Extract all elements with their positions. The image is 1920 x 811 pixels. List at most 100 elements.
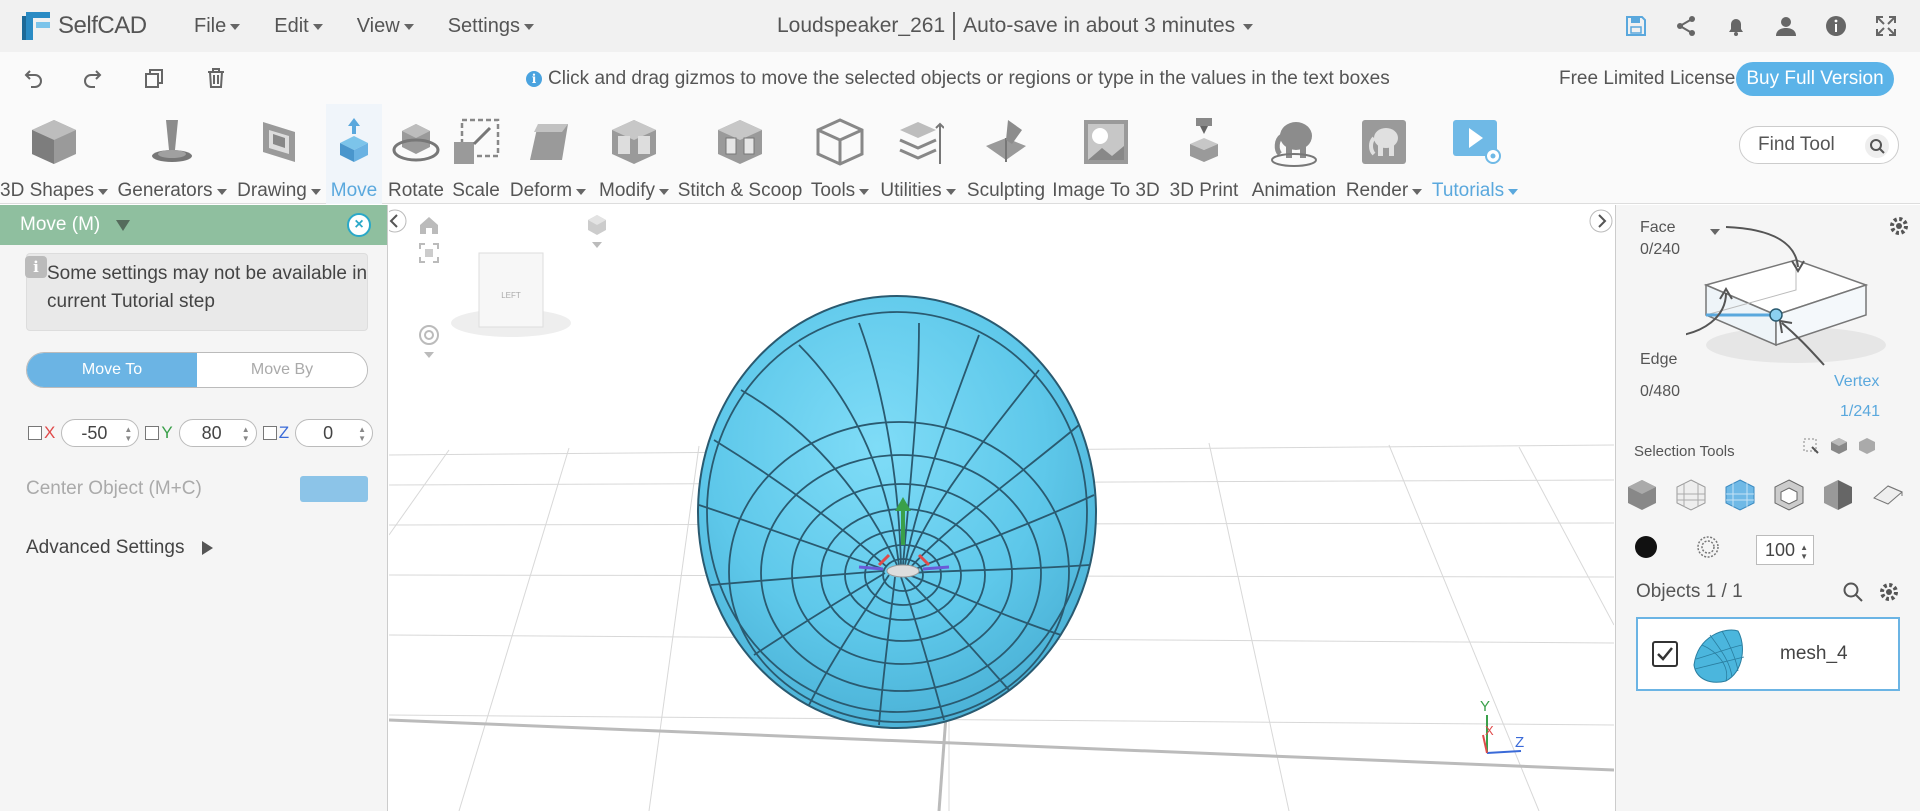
- select-half-cube-icon[interactable]: [1820, 477, 1856, 513]
- tool-utilities[interactable]: Utilities: [876, 104, 960, 204]
- move-to-tab[interactable]: Move To: [27, 353, 197, 387]
- x-input[interactable]: -50 ▲ ▼: [61, 419, 140, 447]
- chevron-down-icon[interactable]: [417, 349, 441, 373]
- undo-icon[interactable]: [20, 64, 48, 92]
- search-icon[interactable]: [1864, 133, 1890, 159]
- mesh-object[interactable]: [697, 295, 1097, 729]
- project-name[interactable]: Loudspeaker_261: [777, 14, 945, 38]
- soft-brush-icon[interactable]: [1696, 535, 1720, 559]
- tool-modify[interactable]: Modify: [594, 104, 674, 204]
- edge-mode-label[interactable]: Edge: [1640, 351, 1677, 369]
- orbit-target-icon[interactable]: [417, 323, 441, 347]
- face-mode-label[interactable]: Face: [1640, 219, 1676, 237]
- tool-label: Animation: [1251, 180, 1337, 201]
- solid-brush-icon[interactable]: [1634, 535, 1658, 559]
- collapse-triangle-icon[interactable]: [116, 219, 131, 231]
- tool-tools[interactable]: Tools: [808, 104, 872, 204]
- menu-edit[interactable]: Edit: [274, 15, 323, 38]
- collapse-right-panel-icon[interactable]: [1589, 209, 1613, 233]
- object-visibility-checkbox[interactable]: [1652, 641, 1678, 667]
- cube-icon: [26, 114, 82, 170]
- menu-view[interactable]: View: [357, 15, 414, 38]
- search-icon[interactable]: [1842, 581, 1864, 603]
- chevron-down-icon[interactable]: [585, 239, 609, 263]
- close-icon[interactable]: ×: [347, 213, 371, 237]
- tool-tutorials[interactable]: Tutorials: [1428, 104, 1522, 204]
- select-through-icon[interactable]: [1830, 437, 1848, 455]
- tool-label: 3D Print: [1169, 180, 1239, 201]
- tool-drawing[interactable]: Drawing: [234, 104, 324, 204]
- bell-icon[interactable]: [1722, 12, 1750, 40]
- move-by-tab[interactable]: Move By: [197, 353, 367, 387]
- action-bar: i Click and drag gizmos to move the sele…: [0, 52, 1920, 104]
- selection-mode-cube[interactable]: [1686, 215, 1886, 375]
- copy-icon[interactable]: [140, 64, 168, 92]
- select-plane-icon[interactable]: [1869, 477, 1905, 513]
- selfcad-logo[interactable]: SelfCAD: [20, 8, 160, 44]
- view-cube[interactable]: LEFT: [451, 252, 571, 337]
- z-lock-checkbox[interactable]: [262, 426, 277, 440]
- tool-label: Scale: [452, 180, 500, 201]
- tool-scale[interactable]: Scale: [448, 104, 504, 204]
- object-list-item[interactable]: mesh_4: [1636, 617, 1900, 691]
- tool-stitch-scoop[interactable]: Stitch & Scoop: [676, 104, 804, 204]
- menu-file[interactable]: File: [194, 15, 241, 38]
- viewport-canvas[interactable]: LEFT Y X Z: [389, 205, 1614, 811]
- fullscreen-icon[interactable]: [1872, 12, 1900, 40]
- rect-select-icon[interactable]: [1802, 437, 1820, 455]
- select-grid-cube-icon[interactable]: [1673, 477, 1709, 513]
- tool-deform[interactable]: Deform: [506, 104, 590, 204]
- save-icon[interactable]: [1622, 12, 1650, 40]
- y-input[interactable]: 80 ▲ ▼: [178, 419, 257, 447]
- elephant-animation-icon: [1266, 114, 1322, 170]
- brush-size-input[interactable]: 100 ▲ ▼: [1756, 535, 1814, 565]
- stitch-scoop-icon: [712, 114, 768, 170]
- select-mesh-cube-icon[interactable]: [1722, 477, 1758, 513]
- menu-settings-label: Settings: [447, 14, 520, 37]
- tool-render[interactable]: Render: [1344, 104, 1424, 204]
- stepper-icon[interactable]: ▲ ▼: [242, 425, 250, 443]
- tool-generators[interactable]: Generators: [116, 104, 228, 204]
- home-icon[interactable]: [417, 213, 441, 237]
- x-lock-checkbox[interactable]: [28, 426, 42, 440]
- stepper-icon[interactable]: ▲ ▼: [124, 425, 132, 443]
- y-lock-checkbox[interactable]: [145, 426, 160, 440]
- tutorials-video-icon: [1447, 114, 1503, 170]
- buy-full-version-button[interactable]: Buy Full Version: [1736, 62, 1894, 96]
- redo-icon[interactable]: [78, 64, 106, 92]
- fit-view-icon[interactable]: [417, 241, 441, 265]
- tool-rotate[interactable]: Rotate: [386, 104, 446, 204]
- stepper-icon[interactable]: ▲ ▼: [358, 425, 366, 443]
- tool-3d-print[interactable]: 3D Print: [1164, 104, 1244, 204]
- gear-icon[interactable]: [1888, 215, 1910, 237]
- chevron-down-icon: [312, 24, 323, 30]
- tool-animation[interactable]: Animation: [1246, 104, 1342, 204]
- gear-icon[interactable]: [1878, 581, 1900, 603]
- z-input[interactable]: 0 ▲ ▼: [295, 419, 374, 447]
- camera-view-icon[interactable]: [585, 213, 609, 237]
- image-to-3d-icon: [1078, 114, 1134, 170]
- select-object-cube-icon[interactable]: [1624, 477, 1660, 513]
- collapse-left-panel-icon[interactable]: [389, 209, 407, 233]
- object-thumbnail: [1693, 629, 1745, 683]
- vertex-mode-label[interactable]: Vertex: [1834, 373, 1879, 391]
- 3d-viewport[interactable]: LEFT Y X Z: [389, 205, 1614, 811]
- advanced-settings-toggle[interactable]: Advanced Settings: [26, 537, 214, 559]
- select-wire-cube-icon[interactable]: [1771, 477, 1807, 513]
- chevron-down-icon[interactable]: [1243, 24, 1254, 30]
- x-label: X: [44, 423, 56, 442]
- tool-sculpting[interactable]: Sculpting: [962, 104, 1050, 204]
- tool-move[interactable]: Move: [326, 104, 382, 204]
- find-tool-input[interactable]: Find Tool: [1739, 126, 1899, 164]
- select-visible-icon[interactable]: [1858, 437, 1876, 455]
- info-icon[interactable]: [1822, 12, 1850, 40]
- trash-icon[interactable]: [202, 64, 230, 92]
- menu-settings[interactable]: Settings: [448, 15, 534, 38]
- user-icon[interactable]: [1772, 12, 1800, 40]
- center-object-button[interactable]: [300, 476, 368, 502]
- share-icon[interactable]: [1672, 12, 1700, 40]
- autosave-status[interactable]: Auto-save in about 3 minutes: [963, 14, 1235, 38]
- stepper-icon[interactable]: ▲ ▼: [1800, 543, 1808, 561]
- tool-3d-shapes[interactable]: 3D Shapes: [0, 104, 109, 204]
- tool-image-to-3d[interactable]: Image To 3D: [1052, 104, 1160, 204]
